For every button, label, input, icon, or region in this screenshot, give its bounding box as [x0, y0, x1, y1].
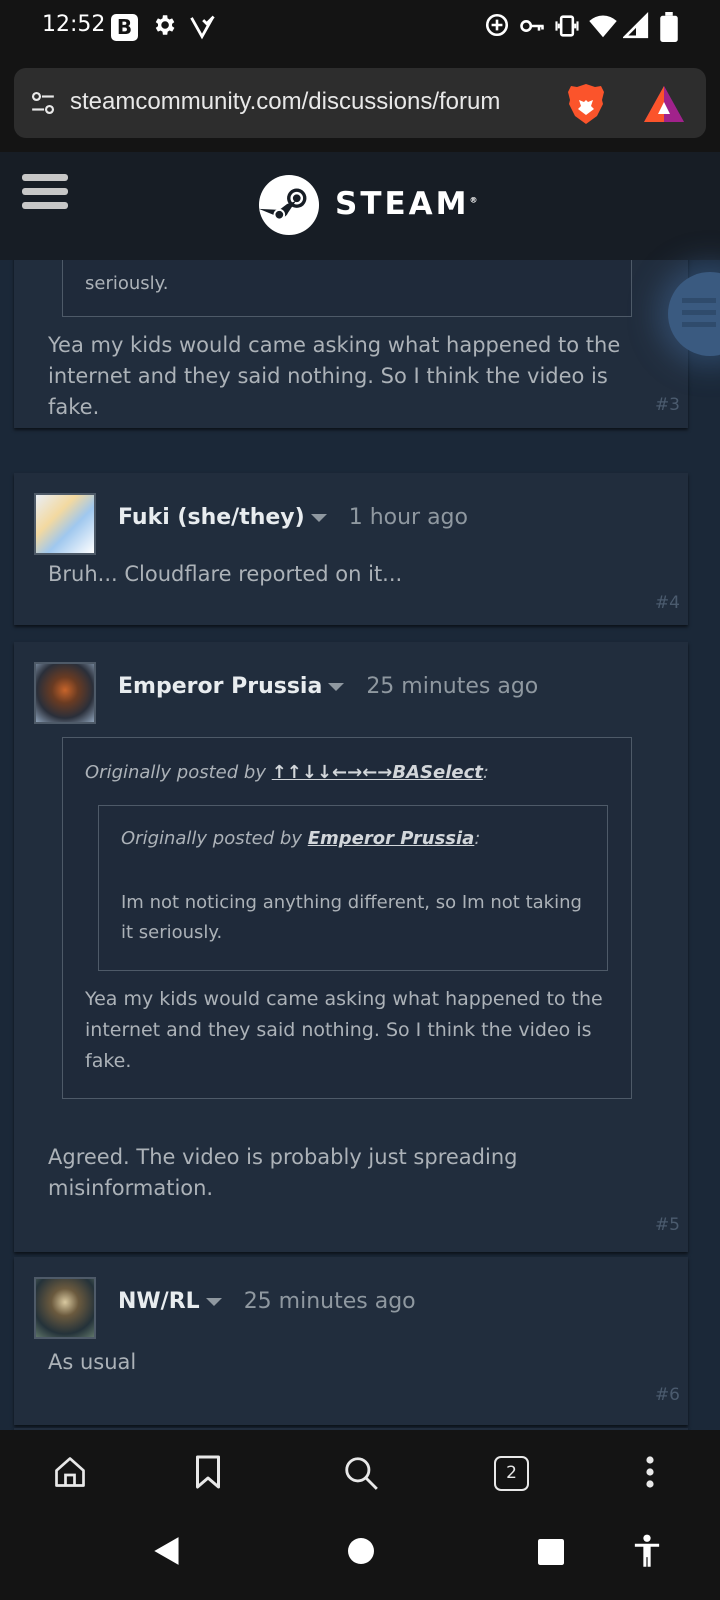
quote-line: it seriously.	[121, 922, 223, 943]
author-name[interactable]: Emperor Prussia	[118, 674, 322, 699]
forum-post: Fuki (she/they) 1 hour ago Bruh... Cloudf…	[14, 473, 688, 625]
author-name[interactable]: NW/RL	[118, 1289, 200, 1314]
post-time: 1 hour ago	[348, 505, 468, 530]
tabs-icon[interactable]: 2	[494, 1456, 529, 1491]
app-badge-icon: B	[111, 14, 138, 41]
tab-count: 2	[506, 1463, 517, 1483]
quote-block: Originally posted by ↑↑↓↓←→←→BASelect: O…	[62, 737, 632, 1099]
brave-rewards-icon[interactable]	[642, 84, 686, 124]
quote-line: Im not noticing anything different, so I…	[121, 892, 582, 913]
steam-wordmark-text: STEAM	[335, 186, 470, 222]
post-author-row: Fuki (she/they) 1 hour ago	[118, 505, 468, 530]
chevron-down-icon[interactable]	[205, 1298, 222, 1306]
post-author-row: NW/RL 25 minutes ago	[118, 1289, 416, 1314]
post-body: Bruh... Cloudflare reported on it...	[48, 562, 403, 586]
status-time: 12:52	[42, 12, 106, 37]
steam-header: STEAM®	[0, 152, 720, 260]
wifi-icon	[589, 15, 617, 38]
browser-bottom-bar: 2	[0, 1430, 720, 1520]
quote-line: internet and they said nothing. So I thi…	[85, 1019, 592, 1041]
post-number[interactable]: #3	[655, 395, 680, 415]
quote-line: fake.	[85, 1050, 132, 1072]
post-body: As usual	[48, 1350, 137, 1374]
post-number[interactable]: #6	[655, 1385, 680, 1405]
quote-suffix: :	[474, 828, 481, 849]
quote-attribution: Originally posted by ↑↑↓↓←→←→BASelect:	[85, 762, 489, 783]
system-nav-bar	[0, 1520, 720, 1600]
home-icon[interactable]	[52, 1454, 88, 1490]
author-name[interactable]: Fuki (she/they)	[118, 505, 305, 530]
brave-shields-icon[interactable]	[566, 82, 606, 126]
home-circle-icon[interactable]	[348, 1538, 374, 1564]
browser-toolbar: steamcommunity.com/discussions/forum	[0, 56, 720, 152]
avatar[interactable]	[34, 493, 96, 555]
status-bar: 12:52 B	[0, 0, 720, 56]
chevron-down-icon[interactable]	[328, 683, 345, 691]
recents-icon[interactable]	[538, 1539, 564, 1565]
accessibility-icon[interactable]	[632, 1534, 662, 1568]
quote-attribution: Originally posted by Emperor Prussia:	[121, 828, 480, 849]
steam-logo-icon[interactable]	[258, 174, 320, 236]
battery-icon	[660, 12, 678, 42]
location-check-icon	[190, 15, 215, 40]
quote-line: Yea my kids would came asking what happe…	[85, 988, 603, 1010]
quote-block: seriously.	[62, 260, 632, 317]
search-icon[interactable]	[342, 1454, 380, 1492]
more-icon[interactable]	[640, 1454, 660, 1490]
quote-author-link[interactable]: Emperor Prussia	[308, 828, 475, 849]
quote-author-link[interactable]: ↑↑↓↓←→←→BASelect	[272, 762, 483, 783]
forum-post: Emperor Prussia 25 minutes ago Originally…	[14, 642, 688, 1252]
avatar[interactable]	[34, 1277, 96, 1339]
registered-mark: ®	[469, 195, 478, 205]
quote-text: Im not noticing anything different, so I…	[121, 888, 601, 948]
data-saver-icon	[485, 13, 509, 37]
post-line: internet and they said nothing. So I thi…	[48, 364, 608, 388]
quote-text: seriously.	[85, 273, 169, 294]
post-body: Yea my kids would came asking what happe…	[48, 330, 658, 423]
signal-icon	[623, 12, 649, 39]
discussion-thread: seriously. Yea my kids would came asking…	[0, 260, 720, 1430]
post-line: fake.	[48, 395, 100, 419]
back-icon[interactable]	[153, 1536, 181, 1566]
vpn-key-icon	[520, 20, 544, 32]
quote-text: Yea my kids would came asking what happe…	[85, 984, 625, 1077]
steam-wordmark[interactable]: STEAM®	[335, 186, 478, 222]
settings-icon	[155, 15, 175, 35]
chevron-down-icon[interactable]	[310, 514, 327, 522]
post-line: Yea my kids would came asking what happe…	[48, 333, 621, 357]
url-text[interactable]: steamcommunity.com/discussions/forum	[70, 88, 550, 116]
post-time: 25 minutes ago	[243, 1289, 416, 1314]
nested-quote-block: Originally posted by Emperor Prussia: Im…	[98, 805, 608, 971]
post-number[interactable]: #5	[655, 1215, 680, 1235]
vibrate-icon	[555, 15, 579, 37]
post-body: Agreed. The video is probably just sprea…	[48, 1142, 658, 1204]
site-settings-icon[interactable]	[30, 90, 56, 116]
forum-post: NW/RL 25 minutes ago As usual #6	[14, 1257, 688, 1425]
address-bar[interactable]: steamcommunity.com/discussions/forum	[14, 68, 706, 138]
bookmark-icon[interactable]	[192, 1454, 224, 1490]
post-line: misinformation.	[48, 1176, 214, 1200]
quote-prefix: Originally posted by	[85, 762, 272, 783]
hamburger-menu-icon[interactable]	[22, 174, 68, 214]
post-number[interactable]: #4	[655, 593, 680, 613]
post-line: Agreed. The video is probably just sprea…	[48, 1145, 518, 1169]
post-author-row: Emperor Prussia 25 minutes ago	[118, 674, 538, 699]
forum-post: seriously. Yea my kids would came asking…	[14, 260, 688, 428]
avatar[interactable]	[34, 662, 96, 724]
post-time: 25 minutes ago	[366, 674, 539, 699]
quote-suffix: :	[482, 762, 489, 783]
quote-prefix: Originally posted by	[121, 828, 308, 849]
